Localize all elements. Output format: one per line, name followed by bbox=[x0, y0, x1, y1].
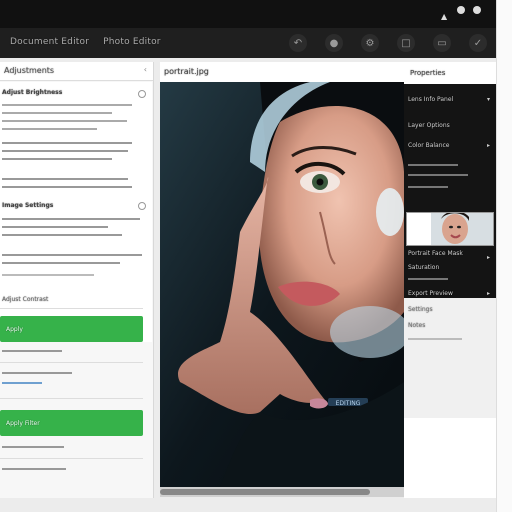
user-icon[interactable] bbox=[473, 6, 481, 14]
text-line bbox=[2, 254, 142, 256]
info-icon[interactable] bbox=[138, 90, 146, 98]
window-edge bbox=[496, 0, 512, 512]
property-item[interactable]: Portrait Face Mask bbox=[408, 250, 463, 257]
text-line bbox=[2, 468, 66, 470]
chevron-right-icon[interactable]: ▸ bbox=[487, 254, 490, 261]
thumbnail-image bbox=[407, 213, 493, 245]
text-line bbox=[2, 274, 94, 276]
left-panel-header: Adjustments ‹ bbox=[0, 62, 153, 81]
chevron-right-icon[interactable]: ▸ bbox=[487, 290, 490, 297]
text-line bbox=[2, 234, 122, 236]
notes-item[interactable]: Settings bbox=[408, 306, 433, 313]
info-icon[interactable] bbox=[138, 202, 146, 210]
apply-filter-button[interactable]: Apply Filter bbox=[0, 410, 143, 436]
text-line bbox=[2, 112, 112, 114]
viewer-header: portrait.jpg bbox=[160, 62, 404, 83]
text-line bbox=[2, 218, 140, 220]
thumbnail-preview[interactable] bbox=[406, 212, 494, 246]
text-line bbox=[2, 186, 132, 188]
apply-filter-label: Apply Filter bbox=[6, 420, 40, 427]
divider bbox=[0, 398, 143, 399]
section-label: Adjust Contrast bbox=[2, 296, 49, 303]
chevron-right-icon[interactable]: ▸ bbox=[487, 142, 490, 149]
text-line bbox=[408, 164, 458, 166]
notes-section: Settings Notes bbox=[404, 298, 496, 418]
text-line bbox=[2, 142, 132, 144]
apply-button[interactable]: Apply bbox=[0, 316, 143, 342]
text-line bbox=[2, 158, 112, 160]
image-icon[interactable]: □ bbox=[397, 34, 415, 52]
tab-photo-editor[interactable]: Photo Editor bbox=[103, 37, 161, 47]
notes-item[interactable]: Notes bbox=[408, 322, 425, 329]
overlay-label: EDITING bbox=[336, 400, 361, 407]
layers-icon[interactable]: ▭ bbox=[433, 34, 451, 52]
portrait-photo: EDITING bbox=[160, 82, 404, 487]
wifi-icon bbox=[441, 6, 449, 14]
text-line bbox=[2, 178, 128, 180]
divider bbox=[0, 308, 143, 309]
left-panel: Adjustments ‹ Adjust Brightness Image Se… bbox=[0, 62, 154, 498]
property-item[interactable]: Saturation bbox=[408, 264, 439, 271]
text-line bbox=[2, 104, 132, 106]
text-line bbox=[2, 128, 97, 130]
property-item[interactable]: Lens Info Panel bbox=[408, 96, 453, 103]
text-line bbox=[408, 278, 448, 280]
text-line bbox=[2, 150, 128, 152]
text-line bbox=[2, 350, 62, 352]
right-panel: Properties Lens Info Panel ▾ Layer Optio… bbox=[404, 62, 496, 498]
settings-icon[interactable]: ⚙ bbox=[361, 34, 379, 52]
title-bar bbox=[0, 0, 497, 28]
toolbar: Document Editor Photo Editor ↶ ● ⚙ □ ▭ ✓ bbox=[0, 28, 497, 58]
check-icon[interactable]: ✓ bbox=[469, 34, 487, 52]
tab-document-editor[interactable]: Document Editor bbox=[10, 37, 89, 47]
undo-icon[interactable]: ↶ bbox=[289, 34, 307, 52]
link-line[interactable] bbox=[2, 382, 42, 384]
chevron-down-icon[interactable]: ▾ bbox=[487, 96, 490, 103]
left-panel-label: Adjustments bbox=[4, 66, 55, 75]
text-line bbox=[2, 372, 72, 374]
settings-list: Adjust Brightness Image Settings bbox=[0, 82, 152, 342]
battery-icon bbox=[457, 6, 465, 14]
scrollbar-thumb[interactable] bbox=[160, 489, 370, 495]
property-item[interactable]: Layer Options bbox=[408, 122, 450, 129]
horizontal-scrollbar[interactable] bbox=[160, 487, 404, 497]
text-line bbox=[408, 174, 468, 176]
text-line bbox=[408, 338, 462, 340]
setting-heading: Image Settings bbox=[2, 202, 54, 209]
text-line bbox=[2, 226, 108, 228]
property-item[interactable]: Export Preview bbox=[408, 290, 453, 297]
apply-button-label: Apply bbox=[6, 326, 23, 333]
text-line bbox=[408, 186, 448, 188]
right-panel-header: Properties bbox=[404, 62, 496, 85]
palette-icon[interactable]: ● bbox=[325, 34, 343, 52]
text-line bbox=[2, 446, 64, 448]
viewer-filename: portrait.jpg bbox=[164, 67, 209, 76]
setting-heading: Adjust Brightness bbox=[2, 89, 63, 96]
property-item[interactable]: Color Balance bbox=[408, 142, 450, 149]
divider bbox=[0, 458, 143, 459]
right-panel-title: Properties bbox=[410, 69, 446, 77]
collapse-icon[interactable]: ‹ bbox=[144, 65, 147, 74]
divider bbox=[0, 362, 143, 363]
photo-canvas[interactable]: EDITING bbox=[160, 82, 404, 487]
text-line bbox=[2, 262, 120, 264]
properties-list: Lens Info Panel ▾ Layer Options Color Ba… bbox=[404, 84, 496, 298]
text-line bbox=[2, 120, 127, 122]
